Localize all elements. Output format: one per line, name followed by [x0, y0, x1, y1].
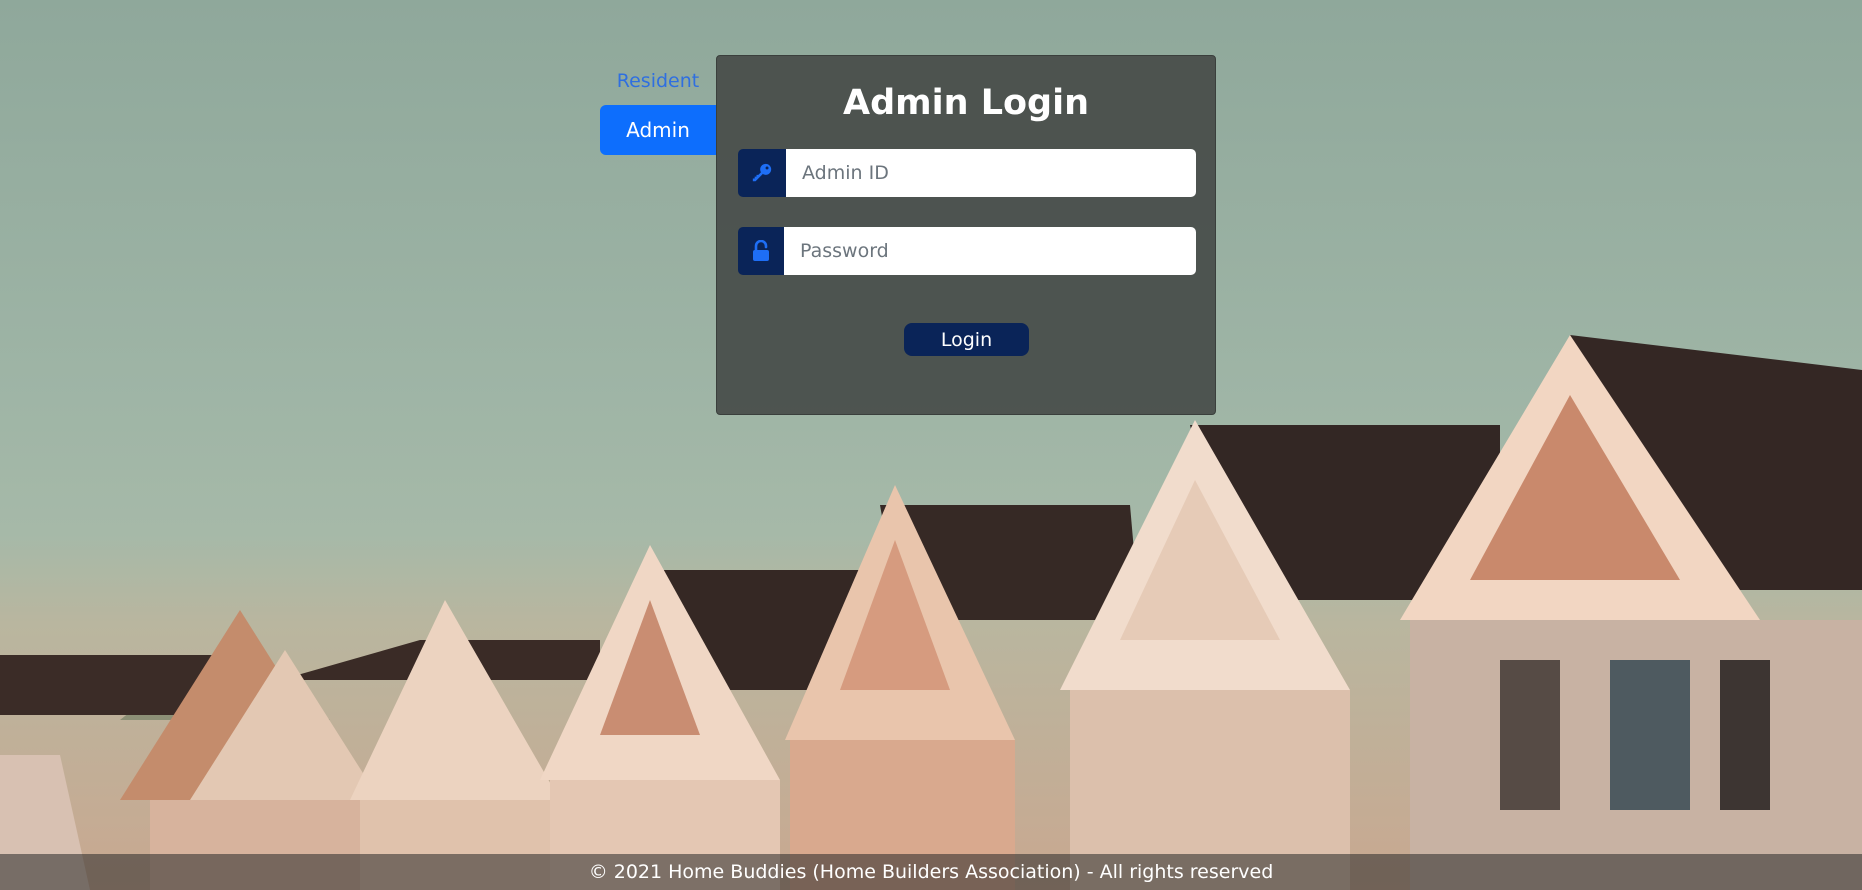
admin-id-group — [738, 149, 1196, 197]
admin-id-input[interactable] — [786, 149, 1196, 197]
admin-login-card: Admin Login Login — [716, 55, 1216, 415]
password-group — [738, 227, 1196, 275]
login-type-tabs: Resident Admin — [600, 62, 716, 155]
footer: © 2021 Home Buddies (Home Builders Assoc… — [0, 854, 1862, 890]
tab-resident[interactable]: Resident — [600, 62, 716, 100]
unlock-icon — [738, 227, 784, 275]
login-title: Admin Login — [842, 83, 1090, 123]
footer-copyright: © 2021 Home Buddies (Home Builders Assoc… — [588, 861, 1274, 883]
key-icon — [738, 149, 786, 197]
password-input[interactable] — [784, 227, 1196, 275]
login-button[interactable]: Login — [904, 323, 1029, 356]
tab-admin[interactable]: Admin — [600, 105, 716, 155]
